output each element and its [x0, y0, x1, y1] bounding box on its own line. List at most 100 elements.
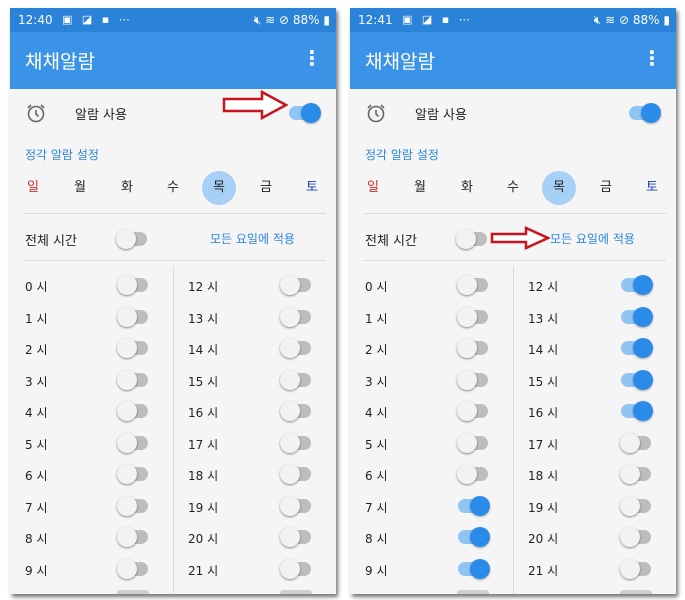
hour-toggle-13[interactable]: [280, 306, 314, 328]
toggle-knob: [633, 401, 653, 421]
hour-toggle-21[interactable]: [620, 558, 654, 580]
toggle-knob: [620, 433, 640, 453]
hour-label: 15 시: [188, 375, 219, 389]
hour-toggle-15[interactable]: [620, 369, 654, 391]
notification-icons: ▣ ◪ ▪ ⋯: [402, 13, 473, 26]
hour-toggle-6[interactable]: [457, 463, 491, 485]
status-bar: 12:41 ▣ ◪ ▪ ⋯ 🔇︎ ≋ ⊘ 88% ▮: [350, 8, 676, 32]
hour-toggle-14[interactable]: [620, 337, 654, 359]
hour-toggle-16[interactable]: [280, 400, 314, 422]
hour-toggle-7[interactable]: [457, 495, 491, 517]
alarm-enable-toggle[interactable]: [288, 102, 322, 124]
toggle-knob: [117, 527, 137, 547]
hour-toggle-5[interactable]: [117, 432, 151, 454]
day-6[interactable]: 토: [295, 171, 329, 205]
hour-toggle-0[interactable]: [457, 274, 491, 296]
toggle-knob: [117, 433, 137, 453]
hour-toggle-15[interactable]: [280, 369, 314, 391]
hour-toggle-3[interactable]: [457, 369, 491, 391]
next-row-hint: [280, 590, 312, 594]
day-4[interactable]: 목: [542, 171, 576, 205]
hour-toggle-4[interactable]: [457, 400, 491, 422]
hour-toggle-19[interactable]: [620, 495, 654, 517]
battery-icon: ▮: [659, 13, 670, 27]
hour-toggle-9[interactable]: [457, 558, 491, 580]
hour-label: 12 시: [528, 280, 559, 294]
toggle-knob: [117, 370, 137, 390]
hour-toggle-17[interactable]: [280, 432, 314, 454]
hour-toggle-18[interactable]: [280, 463, 314, 485]
toggle-knob: [641, 103, 661, 123]
hour-toggle-4[interactable]: [117, 400, 151, 422]
hour-label: 19 시: [528, 501, 559, 515]
day-0[interactable]: 일: [356, 171, 390, 205]
day-5[interactable]: 금: [249, 171, 283, 205]
day-selector: 일월화수목금토: [10, 171, 336, 213]
alarm-clock-icon: [25, 102, 47, 128]
apply-all-days-link[interactable]: 모든 요일에 적용: [550, 230, 635, 247]
app-title: 채채알람: [365, 51, 435, 73]
hour-toggle-8[interactable]: [117, 526, 151, 548]
day-3[interactable]: 수: [496, 171, 530, 205]
day-0[interactable]: 일: [16, 171, 50, 205]
divider: [364, 213, 666, 214]
day-6[interactable]: 토: [635, 171, 669, 205]
more-vert-icon[interactable]: ⋮: [302, 46, 322, 70]
toggle-knob: [470, 527, 490, 547]
hour-label: 16 시: [188, 406, 219, 420]
hour-toggle-20[interactable]: [620, 526, 654, 548]
hour-label: 15 시: [528, 375, 559, 389]
alarm-enable-toggle[interactable]: [628, 102, 662, 124]
day-2[interactable]: 화: [110, 171, 144, 205]
hour-label: 21 시: [528, 564, 559, 578]
hour-toggle-5[interactable]: [457, 432, 491, 454]
hour-toggle-12[interactable]: [280, 274, 314, 296]
hour-toggle-20[interactable]: [280, 526, 314, 548]
hour-toggle-2[interactable]: [457, 337, 491, 359]
hour-toggle-21[interactable]: [280, 558, 314, 580]
hour-toggle-7[interactable]: [117, 495, 151, 517]
status-bar: 12:40 ▣ ◪ ▪ ⋯ 🔇︎ ≋ ⊘ 88% ▮: [10, 8, 336, 32]
day-2[interactable]: 화: [450, 171, 484, 205]
hour-toggle-3[interactable]: [117, 369, 151, 391]
apply-all-days-link[interactable]: 모든 요일에 적용: [210, 230, 295, 247]
hour-label: 8 시: [365, 532, 388, 546]
hour-toggle-0[interactable]: [117, 274, 151, 296]
toggle-knob: [280, 464, 300, 484]
day-5[interactable]: 금: [589, 171, 623, 205]
hour-toggle-8[interactable]: [457, 526, 491, 548]
hour-toggle-6[interactable]: [117, 463, 151, 485]
hour-label: 0 시: [365, 280, 388, 294]
all-time-toggle[interactable]: [116, 228, 150, 250]
hour-label: 3 시: [365, 375, 388, 389]
day-1[interactable]: 월: [63, 171, 97, 205]
hour-toggle-16[interactable]: [620, 400, 654, 422]
hour-label: 18 시: [528, 469, 559, 483]
hour-toggle-13[interactable]: [620, 306, 654, 328]
toggle-knob: [457, 433, 477, 453]
toggle-knob: [620, 464, 640, 484]
alarm-row: 알람 사용: [350, 89, 676, 137]
toggle-knob: [301, 103, 321, 123]
all-time-toggle[interactable]: [456, 228, 490, 250]
hour-toggle-1[interactable]: [117, 306, 151, 328]
hour-toggle-19[interactable]: [280, 495, 314, 517]
hour-label: 2 시: [365, 343, 388, 357]
hour-toggle-1[interactable]: [457, 306, 491, 328]
toggle-knob: [633, 370, 653, 390]
day-4[interactable]: 목: [202, 171, 236, 205]
hour-toggle-17[interactable]: [620, 432, 654, 454]
more-vert-icon[interactable]: ⋮: [642, 46, 662, 70]
day-3[interactable]: 수: [156, 171, 190, 205]
toggle-knob: [457, 338, 477, 358]
hour-toggle-18[interactable]: [620, 463, 654, 485]
toggle-knob: [633, 338, 653, 358]
day-selector: 일월화수목금토: [350, 171, 676, 213]
hour-toggle-9[interactable]: [117, 558, 151, 580]
hour-label: 5 시: [365, 438, 388, 452]
hour-toggle-2[interactable]: [117, 337, 151, 359]
hourly-alarm-section-title: 정각 알람 설정: [25, 148, 99, 162]
day-1[interactable]: 월: [403, 171, 437, 205]
hour-toggle-12[interactable]: [620, 274, 654, 296]
hour-toggle-14[interactable]: [280, 337, 314, 359]
